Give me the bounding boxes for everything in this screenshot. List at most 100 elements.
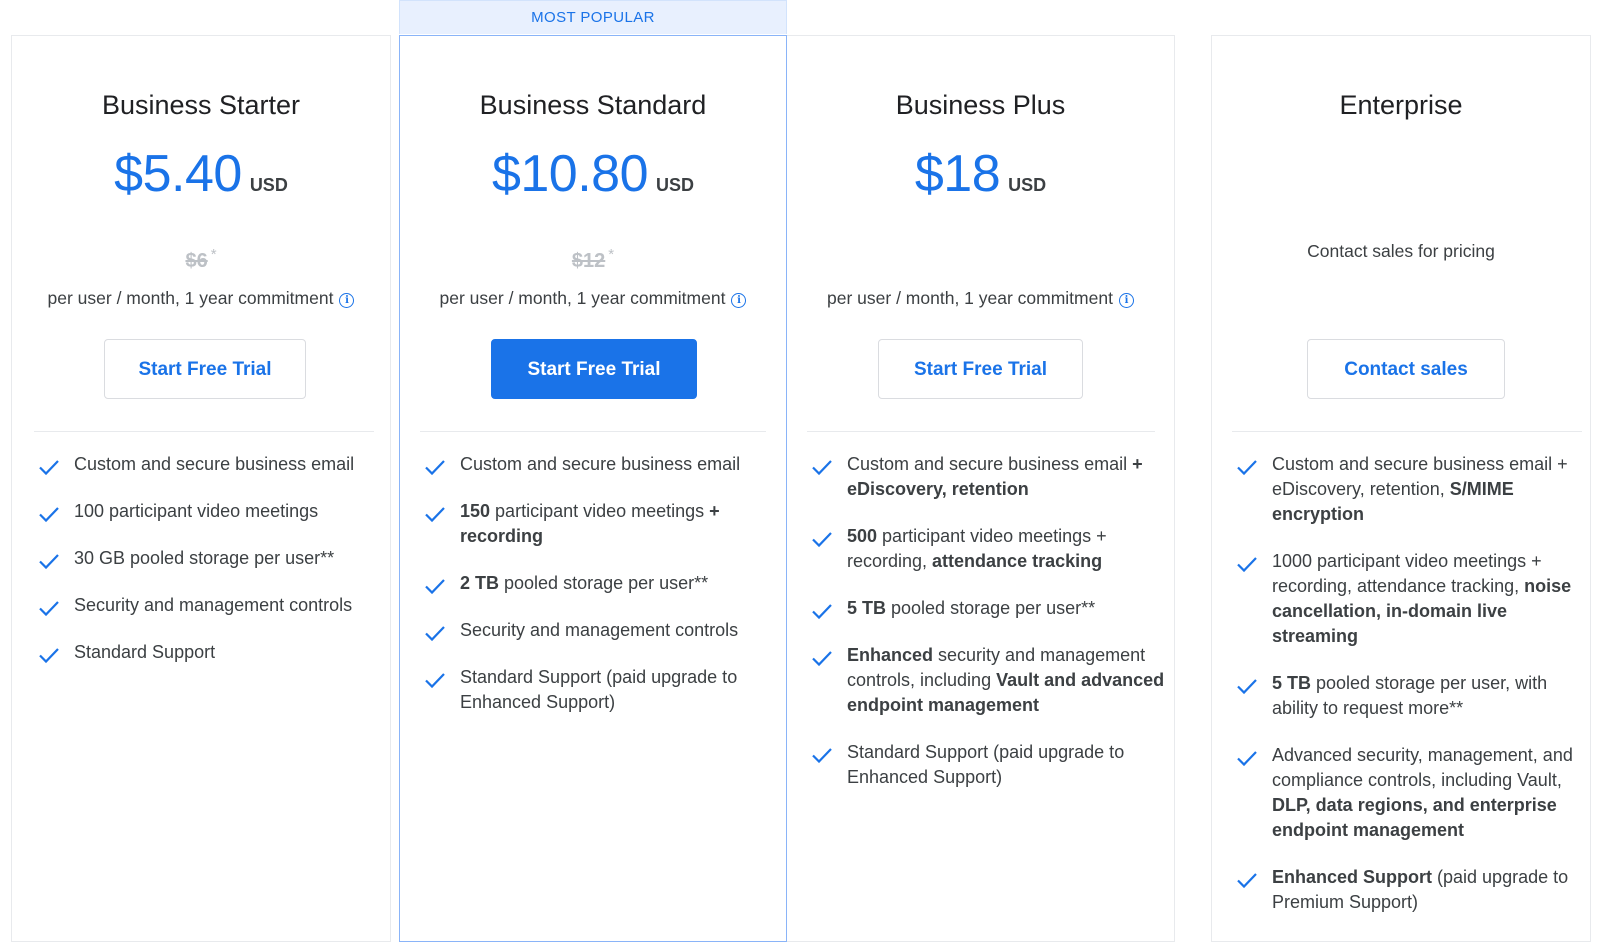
- price-currency: USD: [1008, 175, 1047, 195]
- plan-price: $18: [914, 145, 1001, 203]
- billing-period-text: per user / month, 1 year commitment: [827, 288, 1113, 308]
- check-icon: [425, 460, 445, 476]
- check-icon: [39, 554, 59, 570]
- feature-item: Custom and secure business email: [36, 452, 388, 477]
- feature-text: Standard Support (paid upgrade to Enhanc…: [847, 742, 1125, 787]
- start-free-trial-button[interactable]: Start Free Trial: [104, 339, 306, 399]
- plan-card-enterprise: Enterprise Contact sales for pricing Con…: [1211, 35, 1591, 942]
- check-icon: [812, 748, 832, 764]
- plan-price: $10.80: [491, 145, 649, 203]
- feature-item: 5 TB pooled storage per user**: [809, 596, 1165, 621]
- check-icon: [1237, 460, 1257, 476]
- feature-text-bold: 500: [847, 526, 878, 546]
- check-icon: [812, 460, 832, 476]
- plan-name: Enterprise: [1339, 90, 1463, 120]
- feature-item: Standard Support (paid upgrade to Enhanc…: [809, 740, 1165, 790]
- start-free-trial-button[interactable]: Start Free Trial: [878, 339, 1083, 399]
- feature-text-bold: attendance tracking: [932, 551, 1103, 571]
- feature-text: 1000 participant video meetings + record…: [1272, 551, 1542, 596]
- check-icon: [1237, 557, 1257, 573]
- info-icon[interactable]: i: [1118, 293, 1134, 308]
- old-price-value: $6: [185, 250, 208, 272]
- billing-period: per user / month, 1 year commitment i: [12, 288, 390, 309]
- feature-item: Enhanced Support (paid upgrade to Premiu…: [1234, 865, 1586, 915]
- feature-text: pooled storage per user**: [499, 573, 709, 593]
- old-price-footnote-mark: *: [608, 246, 615, 263]
- feature-text: pooled storage per user, with ability to…: [1272, 673, 1548, 718]
- feature-item: 100 participant video meetings: [36, 499, 388, 524]
- feature-text-bold: 150: [460, 501, 491, 521]
- billing-period-text: per user / month, 1 year commitment: [439, 288, 726, 308]
- feature-text: Custom and secure business email: [74, 454, 355, 474]
- check-icon: [425, 673, 445, 689]
- divider: [1232, 431, 1582, 432]
- feature-text-bold: 5 TB: [1272, 673, 1312, 693]
- feature-text-bold: Enhanced Support: [1272, 867, 1433, 887]
- check-icon: [425, 579, 445, 595]
- plan-name: Business Plus: [895, 90, 1066, 120]
- plan-price: $5.40: [114, 145, 242, 203]
- check-icon: [425, 507, 445, 523]
- price-row: $5.40 USD: [12, 144, 390, 204]
- feature-text-bold: 5 TB: [847, 598, 887, 618]
- feature-text: Custom and secure business email: [847, 454, 1133, 474]
- old-price-value: $12: [571, 250, 606, 272]
- feature-item: Enhanced security and management control…: [809, 643, 1165, 718]
- feature-item: 500 participant video meetings + recordi…: [809, 524, 1165, 574]
- feature-list: Custom and secure business email + eDisc…: [809, 452, 1165, 812]
- check-icon: [1237, 873, 1257, 889]
- feature-item: 150 participant video meetings + recordi…: [422, 499, 778, 549]
- billing-period: per user / month, 1 year commitment i: [400, 288, 786, 309]
- feature-text: Custom and secure business email: [460, 454, 741, 474]
- plan-card-business-starter: Business Starter $5.40 USD $6 * per user /…: [11, 35, 391, 942]
- old-price: $6 *: [12, 246, 390, 273]
- divider: [420, 431, 766, 432]
- feature-item: 2 TB pooled storage per user**: [422, 571, 778, 596]
- check-icon: [812, 651, 832, 667]
- feature-item: Custom and secure business email + eDisc…: [1234, 452, 1586, 527]
- feature-text: participant video meetings: [490, 501, 710, 521]
- feature-text: 100 participant video meetings: [74, 501, 319, 521]
- contact-sales-pricing-text: Contact sales for pricing: [1307, 241, 1495, 261]
- check-icon: [39, 601, 59, 617]
- old-price-footnote-mark: *: [210, 246, 217, 263]
- feature-list: Custom and secure business email 100 part…: [36, 452, 388, 687]
- divider: [807, 431, 1155, 432]
- feature-text: Custom and secure business email + eDisc…: [1272, 454, 1568, 499]
- info-icon[interactable]: i: [731, 293, 747, 308]
- price-currency: USD: [249, 175, 288, 195]
- feature-text-bold: Enhanced: [847, 645, 934, 665]
- check-icon: [1237, 679, 1257, 695]
- plan-card-business-plus: Business Plus $18 USD per user / month, 1…: [787, 35, 1175, 942]
- feature-text-bold: 2 TB: [460, 573, 500, 593]
- check-icon: [39, 507, 59, 523]
- info-icon[interactable]: i: [339, 293, 355, 308]
- most-popular-badge: MOST POPULAR: [399, 0, 787, 34]
- feature-item: Security and management controls: [36, 593, 388, 618]
- feature-text: 30 GB pooled storage per user**: [74, 548, 335, 568]
- price-row: $18 USD: [787, 144, 1174, 204]
- start-free-trial-button[interactable]: Start Free Trial: [491, 339, 697, 399]
- feature-item: 5 TB pooled storage per user, with abili…: [1234, 671, 1586, 721]
- feature-item: 30 GB pooled storage per user**: [36, 546, 388, 571]
- billing-period: per user / month, 1 year commitment i: [787, 288, 1174, 309]
- plan-name: Business Standard: [479, 90, 707, 120]
- feature-text: pooled storage per user**: [886, 598, 1096, 618]
- feature-text: Standard Support (paid upgrade to Enhanc…: [460, 667, 738, 712]
- feature-list: Custom and secure business email 150 part…: [422, 452, 778, 737]
- feature-item: Standard Support: [36, 640, 388, 665]
- feature-item: Custom and secure business email: [422, 452, 778, 477]
- check-icon: [39, 460, 59, 476]
- feature-text-bold: DLP, data regions, and enterprise endpoi…: [1272, 795, 1557, 840]
- divider: [34, 431, 374, 432]
- feature-list: Custom and secure business email + eDisc…: [1234, 452, 1586, 937]
- feature-item: Advanced security, management, and compl…: [1234, 743, 1586, 843]
- check-icon: [1237, 751, 1257, 767]
- price-currency: USD: [656, 175, 695, 195]
- feature-item: Security and management controls: [422, 618, 778, 643]
- check-icon: [812, 604, 832, 620]
- feature-text: Security and management controls: [74, 595, 353, 615]
- billing-period-text: per user / month, 1 year commitment: [47, 288, 334, 308]
- contact-sales-button[interactable]: Contact sales: [1307, 339, 1505, 399]
- price-row: $10.80 USD: [400, 144, 786, 204]
